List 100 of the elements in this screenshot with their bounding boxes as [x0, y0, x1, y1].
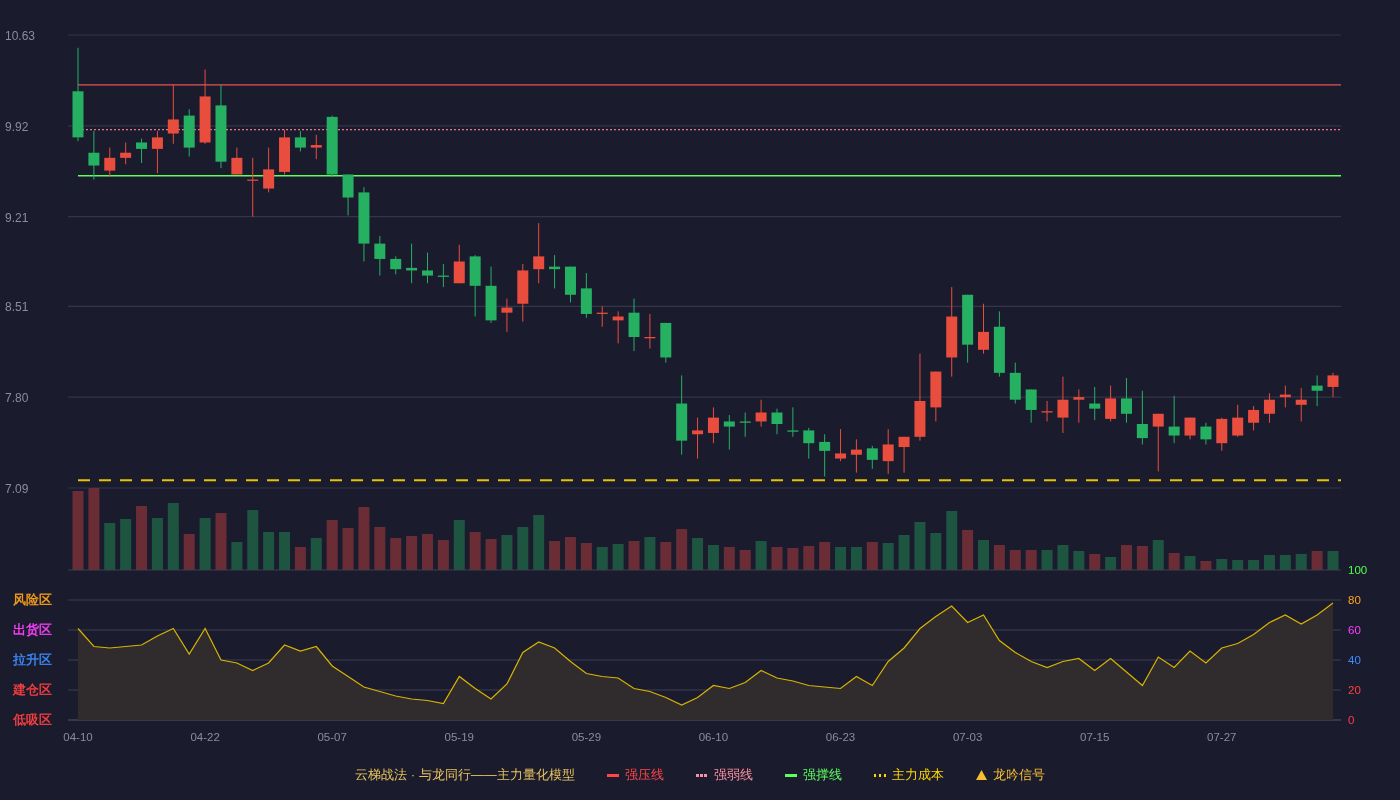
candle: [755, 399, 767, 428]
volume-bar: [835, 547, 847, 570]
volume-bar: [342, 528, 354, 570]
y-axis-label: 60: [1348, 624, 1361, 637]
volume-bar: [485, 539, 497, 570]
volume-bar: [564, 537, 576, 570]
legend-label[interactable]: 强弱线: [713, 765, 753, 785]
volume-bar: [596, 547, 608, 570]
candle: [247, 157, 259, 218]
volume-bar: [422, 534, 433, 570]
candle: [723, 414, 735, 451]
y-axis-label: 40: [1348, 654, 1361, 667]
volume-bar: [326, 520, 338, 570]
volume-bar: [151, 518, 163, 570]
candle: [580, 272, 592, 319]
candle: [517, 263, 529, 323]
candle: [453, 244, 465, 284]
volume-bar: [374, 527, 386, 570]
candle: [835, 428, 847, 462]
volume-bar: [501, 535, 513, 570]
candle: [1295, 387, 1307, 422]
volume-bar: [866, 542, 878, 570]
candle: [1089, 386, 1101, 421]
candle: [1311, 374, 1323, 407]
volume-bar: [1216, 559, 1228, 570]
volume-bar: [676, 529, 688, 570]
candle: [1200, 422, 1212, 445]
price-axis-label: 8.51: [5, 300, 29, 315]
volume-bar: [1311, 551, 1323, 570]
candle: [1009, 362, 1021, 405]
volume-bar: [628, 541, 640, 570]
volume-bar: [310, 538, 322, 570]
price-axis-label: 7.09: [5, 482, 29, 497]
volume-bar: [1279, 555, 1291, 570]
volume-bar: [1136, 546, 1148, 570]
candle: [406, 243, 418, 284]
legend-label[interactable]: 强撑线: [802, 765, 842, 785]
volume-bar: [1105, 557, 1117, 570]
volume-bar: [1184, 556, 1196, 570]
volume-bar: [167, 503, 179, 570]
candle: [374, 235, 386, 277]
price-axis-label: 10.63: [5, 29, 36, 44]
candle: [469, 254, 481, 318]
candle: [104, 147, 116, 178]
legend-label[interactable]: 龙吟信号: [992, 765, 1045, 785]
candle: [962, 294, 974, 364]
price-axis-label: 7.80: [5, 391, 29, 406]
date-label: 05-19: [444, 731, 474, 744]
volume-bar: [1041, 550, 1053, 570]
volume-bar: [1009, 550, 1021, 570]
candle: [1216, 417, 1228, 452]
zone-label: 低吸区: [13, 712, 52, 728]
volume-bar: [247, 510, 259, 570]
volume-bar: [469, 532, 481, 570]
volume-bar: [517, 527, 529, 570]
legend-title: 云梯战法 · 与龙同行——主力量化模型: [355, 766, 575, 785]
y-axis-label: 100: [1348, 564, 1368, 577]
volume-bar: [199, 518, 211, 570]
candle: [136, 138, 148, 164]
candle: [866, 445, 878, 470]
y-axis-label: 80: [1348, 594, 1361, 607]
candle: [596, 305, 608, 328]
volume-bar: [1025, 550, 1037, 570]
candle: [771, 408, 783, 435]
candle: [612, 310, 624, 344]
volume-bar: [1089, 554, 1101, 570]
candle: [1073, 388, 1085, 424]
candle: [628, 298, 640, 352]
volume-bar: [882, 543, 894, 570]
zone-label: 风险区: [13, 592, 52, 608]
candle: [183, 108, 195, 158]
candle: [707, 406, 719, 444]
legend-label[interactable]: 强压线: [624, 765, 664, 785]
candle: [1248, 405, 1260, 431]
candle: [692, 417, 704, 460]
volume-bar: [183, 534, 195, 570]
volume-bar: [787, 548, 799, 570]
price-axis-label: 9.21: [5, 210, 29, 225]
candle: [1105, 385, 1117, 422]
volume-bar: [263, 532, 275, 570]
candle: [1152, 413, 1164, 472]
date-label: 04-22: [190, 731, 220, 744]
candle: [993, 310, 1005, 378]
candle: [1279, 385, 1291, 408]
volume-bar: [930, 533, 942, 570]
legend-label[interactable]: 主力成本: [891, 765, 944, 785]
volume-bar: [406, 536, 418, 570]
candle: [1041, 400, 1053, 422]
candle: [1232, 404, 1244, 438]
candle: [167, 84, 179, 145]
candle: [231, 147, 243, 175]
candle: [1184, 417, 1196, 440]
volume-bar: [437, 540, 449, 570]
candle: [930, 371, 942, 422]
candle: [310, 134, 322, 160]
volume-bar: [533, 515, 545, 570]
candle: [978, 303, 989, 355]
volume-bar: [978, 540, 989, 570]
candle: [549, 254, 561, 289]
volume-bar: [120, 519, 132, 570]
